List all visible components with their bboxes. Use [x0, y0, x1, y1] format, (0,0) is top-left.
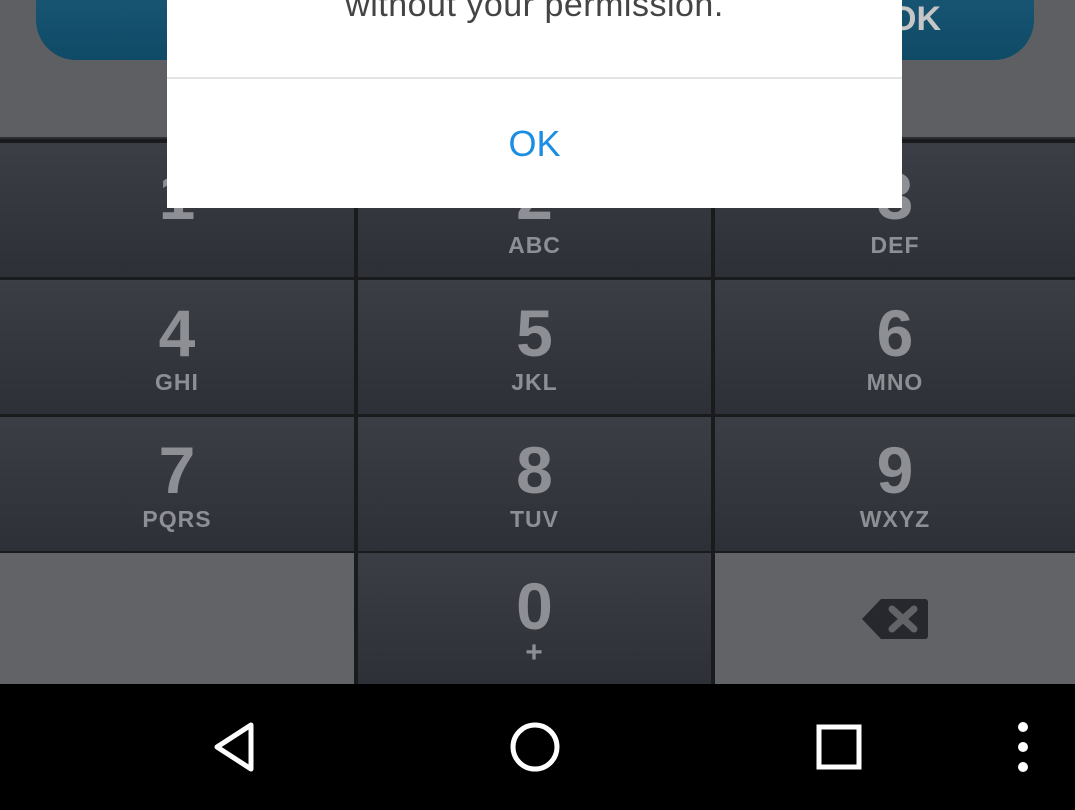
key-digit: 8: [516, 433, 553, 507]
ok-button[interactable]: OK: [167, 79, 902, 208]
dialog-message: without your permission.: [345, 0, 724, 24]
permission-dialog: without your permission. OK: [167, 0, 902, 208]
screen: OK 1 2 ABC 3 DEF 4 GHI 5 JKL 6: [0, 0, 1075, 810]
home-icon: [510, 722, 560, 772]
dialpad: 1 2 ABC 3 DEF 4 GHI 5 JKL 6 MNO: [0, 137, 1075, 686]
key-letters: JKL: [511, 369, 558, 395]
key-digit: 4: [158, 296, 196, 370]
key-0[interactable]: 0 +: [358, 553, 711, 686]
key-4[interactable]: 4 GHI: [0, 280, 354, 414]
key-5[interactable]: 5 JKL: [358, 280, 711, 414]
recents-button[interactable]: [799, 712, 879, 782]
recents-icon: [816, 724, 862, 770]
key-digit: 7: [158, 433, 196, 507]
key-letters: GHI: [155, 369, 199, 395]
key-digit: 5: [516, 296, 553, 370]
key-letters: +: [525, 636, 544, 669]
key-6[interactable]: 6 MNO: [715, 280, 1075, 414]
key-blank: [0, 553, 354, 686]
back-button[interactable]: [194, 712, 274, 782]
home-button[interactable]: [495, 712, 575, 782]
key-9[interactable]: 9 WXYZ: [715, 417, 1075, 551]
key-8[interactable]: 8 TUV: [358, 417, 711, 551]
backspace-button[interactable]: [715, 553, 1075, 686]
navigation-bar: [0, 684, 1075, 810]
key-digit: 6: [876, 296, 914, 370]
back-icon: [214, 722, 254, 772]
key-letters: MNO: [866, 369, 924, 395]
backspace-icon: [862, 599, 928, 639]
key-7[interactable]: 7 PQRS: [0, 417, 354, 551]
key-letters: TUV: [510, 506, 559, 532]
key-letters: WXYZ: [859, 506, 931, 532]
key-letters: DEF: [870, 232, 920, 258]
key-letters: ABC: [508, 232, 561, 258]
key-digit: 9: [876, 433, 914, 507]
key-letters: PQRS: [142, 506, 212, 532]
overflow-menu-button[interactable]: [983, 712, 1063, 782]
overflow-menu-icon: [1018, 722, 1028, 772]
key-digit: 0: [516, 569, 553, 643]
